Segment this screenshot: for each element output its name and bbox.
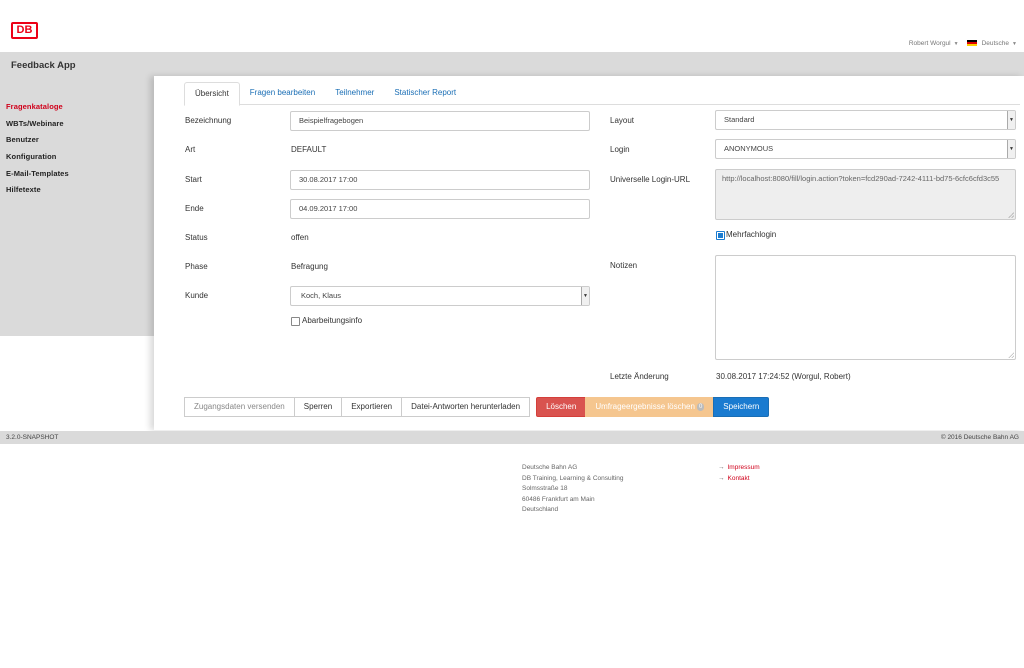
start-date-input[interactable]: 30.08.2017 17:00 xyxy=(290,170,590,190)
ende-date-input[interactable]: 04.09.2017 17:00 xyxy=(290,199,590,219)
mehrfachlogin-label: Mehrfachlogin xyxy=(726,230,777,239)
chevron-down-icon: ▼ xyxy=(1012,41,1017,47)
address-line: DB Training, Learning & Consulting xyxy=(522,474,624,482)
sidebar-item-fragenkataloge[interactable]: Fragenkataloge xyxy=(6,102,69,119)
login-selected-value: ANONYMOUS xyxy=(724,144,774,153)
arrow-right-icon: → xyxy=(718,464,725,471)
footer-bar: 3.2.0-SNAPSHOT © 2016 Deutsche Bahn AG xyxy=(0,431,1024,444)
start-label: Start xyxy=(185,175,202,184)
speichern-button[interactable]: Speichern xyxy=(713,397,770,417)
user-dropdown[interactable]: Robert Worgul ▼ xyxy=(909,40,959,47)
zugangsdaten-versenden-button[interactable]: Zugangsdaten versenden xyxy=(184,397,295,417)
tab-uebersicht[interactable]: Übersicht xyxy=(184,82,240,106)
impressum-link[interactable]: → Impressum xyxy=(718,463,760,474)
status-value: offen xyxy=(291,233,309,242)
main-panel: Übersicht Fragen bearbeiten Teilnehmer S… xyxy=(154,76,1024,430)
sidebar: Fragenkataloge WBTs/Webinare Benutzer Ko… xyxy=(6,102,69,202)
letzte-aenderung-label: Letzte Änderung xyxy=(610,372,669,381)
header-band xyxy=(0,52,1024,77)
user-menu: Robert Worgul ▼ Deutsche ▼ xyxy=(909,40,1017,47)
german-flag-icon xyxy=(966,40,977,47)
footer-links: → Impressum → Kontakt xyxy=(718,463,760,484)
bezeichnung-label: Bezeichnung xyxy=(185,116,232,125)
status-label: Status xyxy=(185,233,208,242)
language-label: Deutsche xyxy=(981,40,1010,47)
address-line: 60486 Frankfurt am Main xyxy=(522,495,595,503)
tab-teilnehmer[interactable]: Teilnehmer xyxy=(325,82,384,105)
kunde-select[interactable]: Koch, Klaus ▼ xyxy=(290,286,590,306)
kontakt-link[interactable]: → Kontakt xyxy=(718,474,760,485)
layout-select[interactable]: Standard ▼ xyxy=(715,110,1016,130)
notizen-textarea[interactable] xyxy=(715,255,1016,360)
sidebar-item-hilfetexte[interactable]: Hilfetexte xyxy=(6,185,69,202)
datei-antworten-herunterladen-button[interactable]: Datei-Antworten herunterladen xyxy=(401,397,531,417)
art-label: Art xyxy=(185,145,196,154)
resize-handle-icon[interactable] xyxy=(1008,352,1014,358)
notizen-label: Notizen xyxy=(610,261,638,270)
chevron-down-icon: ▼ xyxy=(1007,140,1015,158)
sidebar-item-benutzer[interactable]: Benutzer xyxy=(6,135,69,152)
count-badge: 0 xyxy=(696,402,705,411)
umfrageergebnisse-loeschen-button[interactable]: Umfrageergebnisse löschen 0 xyxy=(585,397,715,417)
art-value: DEFAULT xyxy=(291,145,327,154)
phase-value: Befragung xyxy=(291,262,328,271)
chevron-down-icon: ▼ xyxy=(581,287,589,305)
login-url-label: Universelle Login-URL xyxy=(610,175,691,184)
abarbeitungsinfo-checkbox[interactable] xyxy=(291,317,300,326)
tab-fragen-bearbeiten[interactable]: Fragen bearbeiten xyxy=(240,82,325,105)
impressum-label: Impressum xyxy=(727,464,760,471)
address-line: Solmsstraße 18 xyxy=(522,485,568,493)
umfrageergebnisse-loeschen-label: Umfrageergebnisse löschen xyxy=(595,402,695,411)
tab-bar: Übersicht Fragen bearbeiten Teilnehmer S… xyxy=(184,82,1020,106)
mehrfachlogin-checkbox[interactable] xyxy=(716,231,725,240)
kontakt-label: Kontakt xyxy=(727,474,750,482)
letzte-aenderung-value: 30.08.2017 17:24:52 (Worgul, Robert) xyxy=(716,372,851,381)
login-label: Login xyxy=(610,145,630,154)
sidebar-item-wbts-webinare[interactable]: WBTs/Webinare xyxy=(6,119,69,136)
abarbeitungsinfo-label: Abarbeitungsinfo xyxy=(302,316,363,325)
version-label: 3.2.0-SNAPSHOT xyxy=(6,434,59,441)
action-bar: Zugangsdaten versenden Sperren Exportier… xyxy=(184,397,770,417)
ende-label: Ende xyxy=(185,204,204,213)
arrow-right-icon: → xyxy=(718,474,725,482)
tab-statischer-report[interactable]: Statischer Report xyxy=(384,82,466,105)
address-line: Deutschland xyxy=(522,506,559,514)
login-select[interactable]: ANONYMOUS ▼ xyxy=(715,139,1016,159)
chevron-down-icon: ▼ xyxy=(1007,111,1015,129)
bezeichnung-input[interactable]: Beispielfragebogen xyxy=(290,111,590,131)
address-line: Deutsche Bahn AG xyxy=(522,464,578,471)
exportieren-button[interactable]: Exportieren xyxy=(341,397,403,417)
user-name: Robert Worgul xyxy=(908,40,951,47)
layout-label: Layout xyxy=(610,116,635,125)
db-logo[interactable]: DB xyxy=(11,22,38,39)
sidebar-item-konfiguration[interactable]: Konfiguration xyxy=(6,152,69,169)
kunde-selected-value: Koch, Klaus xyxy=(301,291,342,300)
resize-handle-icon[interactable] xyxy=(1008,212,1014,218)
login-url-textarea[interactable]: http://localhost:8080/fill/login.action?… xyxy=(715,169,1016,220)
app-title: Feedback App xyxy=(11,60,76,71)
loeschen-button[interactable]: Löschen xyxy=(536,397,587,417)
sidebar-item-email-templates[interactable]: E-Mail-Templates xyxy=(6,169,69,186)
language-dropdown[interactable]: Deutsche ▼ xyxy=(966,40,1017,47)
copyright-label: © 2016 Deutsche Bahn AG xyxy=(940,434,1019,441)
kunde-label: Kunde xyxy=(185,291,209,300)
sperren-button[interactable]: Sperren xyxy=(293,397,343,417)
login-url-value: http://localhost:8080/fill/login.action?… xyxy=(722,174,1000,183)
chevron-down-icon: ▼ xyxy=(953,41,959,47)
phase-label: Phase xyxy=(185,262,208,271)
layout-selected-value: Standard xyxy=(724,115,755,124)
footer-address: Deutsche Bahn AG DB Training, Learning &… xyxy=(522,463,624,516)
